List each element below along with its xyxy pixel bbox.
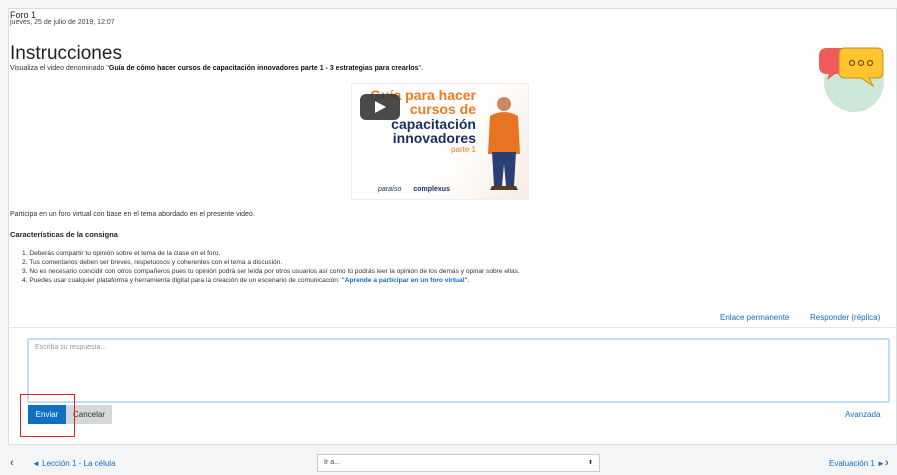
video-title: Guía de cómo hacer cursos de capacitació… (108, 65, 419, 72)
logo-paraiso: paraíso (378, 186, 402, 193)
intro-text: Visualiza el video denominado "Guía de c… (10, 65, 423, 72)
features-title: Características de la consigna (10, 230, 118, 239)
chat-bubbles-icon (819, 47, 884, 112)
advanced-link[interactable]: Avanzada (845, 410, 880, 419)
video-logos: paraíso complexus (378, 186, 450, 193)
permalink-link[interactable]: Enlace permanente (720, 313, 789, 322)
chevron-left-icon[interactable]: ‹ (10, 457, 14, 469)
select-caret-icon: ⬍ (587, 460, 593, 466)
next-activity-link[interactable]: Evaluación 1 ► (829, 459, 885, 468)
prev-activity-link[interactable]: ◄ Lección 1 - La célula (32, 459, 116, 468)
play-icon[interactable] (360, 94, 400, 120)
send-button-highlight (20, 394, 75, 437)
jump-to-select[interactable]: Ir a... ⬍ (317, 454, 600, 472)
reply-link[interactable]: Responder (réplica) (810, 313, 880, 322)
video-line-5: parte 1 (451, 145, 476, 155)
participa-text: Participa en un foro virtual con base en… (10, 211, 255, 218)
logo-complexus: complexus (413, 186, 450, 193)
jump-to-value: Ir a... (324, 459, 340, 466)
rule-item-4: 4. Puedes usar cualquier plataforma y he… (22, 277, 470, 284)
rule-item-3: 3. No es necesario coincidir con otros c… (22, 268, 520, 275)
post-date: jueves, 25 de julio de 2019, 12:07 (10, 19, 115, 26)
reply-textarea[interactable] (27, 338, 890, 403)
video-line-4: innovadores (392, 129, 476, 146)
rule-item-1: 1. Deberás compartir tu opinión sobre el… (22, 250, 221, 257)
forum-guide-link[interactable]: "Aprende a participar en un foro virtual… (342, 277, 468, 284)
divider (8, 327, 897, 328)
video-thumbnail[interactable]: Guía para hacer cursos de capacitación i… (351, 83, 529, 200)
rule-item-2: 2. Tus comentarios deben ser breves, res… (22, 259, 283, 266)
chevron-right-icon[interactable]: › (885, 457, 889, 469)
activity-navigation: ‹ ◄ Lección 1 - La célula Ir a... ⬍ Eval… (0, 452, 897, 475)
rules-list: 1. Deberás compartir tu opinión sobre el… (22, 249, 520, 285)
presenter-illustration (488, 97, 520, 190)
page-title: Instrucciones (10, 43, 122, 64)
